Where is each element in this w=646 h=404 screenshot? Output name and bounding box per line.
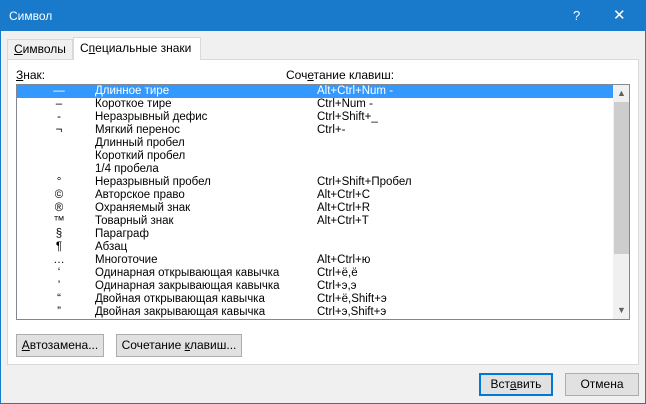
- list-item[interactable]: Короткий пробел: [17, 150, 613, 163]
- list-item-name: Абзац: [95, 241, 128, 253]
- header-keys-label: тание клавиш:: [313, 68, 395, 82]
- insert-label-start: Вст: [490, 377, 510, 391]
- list-item-name: Одинарная открывающая кавычка: [95, 267, 280, 279]
- list-item-symbol: ®: [54, 202, 64, 214]
- list-item-name: Длинный пробел: [95, 137, 185, 149]
- insert-accelerator: а: [509, 377, 517, 391]
- list-item[interactable]: ¶ Абзац: [17, 241, 613, 254]
- scroll-down-icon[interactable]: ▼: [613, 302, 629, 319]
- list-item-name: Короткий пробел: [95, 150, 186, 162]
- autocorrect-label: втозамена...: [29, 338, 99, 352]
- list-item[interactable]: ’ Одинарная закрывающая кавычка Ctrl+э,э: [17, 280, 613, 293]
- column-header-shortcut: Сочетание клавиш:: [286, 68, 394, 82]
- header-sign-label: нак:: [23, 68, 46, 82]
- scroll-up-icon[interactable]: ▲: [613, 85, 629, 102]
- tab-special-label-start: С: [80, 41, 89, 55]
- insert-button[interactable]: Вставить: [479, 373, 553, 396]
- list-item-shortcut: Ctrl+Shift+Пробел: [317, 176, 412, 188]
- list-item-symbol: ¶: [55, 241, 63, 253]
- autocorrect-accelerator: А: [21, 338, 30, 352]
- list-item-shortcut: Ctrl+Shift+_: [317, 111, 378, 123]
- list-item[interactable]: § Параграф: [17, 228, 613, 241]
- shortcut-label-start: Сочетание: [121, 338, 185, 352]
- list-item-name: Одинарная закрывающая кавычка: [95, 280, 280, 292]
- shortcut-key-button[interactable]: Сочетание клавиш...: [116, 334, 242, 357]
- list-item[interactable]: ™ Товарный знак Alt+Ctrl+T: [17, 215, 613, 228]
- list-item[interactable]: “ Двойная открывающая кавычка Ctrl+ё,Shift…: [17, 293, 613, 306]
- list-item-symbol: ™: [53, 215, 65, 227]
- title-bar[interactable]: Символ ? ✕: [1, 1, 645, 31]
- close-icon[interactable]: ✕: [613, 6, 626, 24]
- list-item-shortcut: Ctrl+-: [317, 124, 346, 136]
- list-item-shortcut: Alt+Ctrl+Num -: [317, 85, 394, 97]
- scroll-thumb[interactable]: [614, 102, 629, 254]
- list-item-symbol: ¬: [55, 124, 63, 136]
- list-item[interactable]: – Короткое тире Ctrl+Num -: [17, 98, 613, 111]
- symbol-dialog: Символ ? ✕ Символы Специальные знаки Зна…: [0, 0, 646, 404]
- list-item-name: Мягкий перенос: [95, 124, 180, 136]
- list-item[interactable]: 1/4 пробела: [17, 163, 613, 176]
- list-item[interactable]: — Длинное тире Alt+Ctrl+Num -: [17, 85, 613, 98]
- list-rows: — Длинное тире Alt+Ctrl+Num - – Короткое тир…: [17, 85, 613, 319]
- list-item[interactable]: ‘ Одинарная открывающая кавычка Ctrl+ё,ё: [17, 267, 613, 280]
- list-item-shortcut: Alt+Ctrl+ю: [317, 254, 371, 266]
- list-item-symbol: …: [53, 254, 65, 266]
- list-item-name: Двойная открывающая кавычка: [95, 293, 265, 305]
- list-item-name: Двойная закрывающая кавычка: [95, 306, 266, 318]
- tab-symbols[interactable]: Символы: [7, 39, 73, 59]
- tab-special-characters[interactable]: Специальные знаки: [73, 37, 201, 60]
- list-item[interactable]: © Авторское право Alt+Ctrl+C: [17, 189, 613, 202]
- list-item-name: Многоточие: [95, 254, 158, 266]
- special-characters-list[interactable]: — Длинное тире Alt+Ctrl+Num - – Короткое тир…: [16, 84, 630, 320]
- list-item-symbol: —: [53, 85, 65, 97]
- list-item-shortcut: Alt+Ctrl+T: [317, 215, 369, 227]
- list-item-shortcut: Ctrl+Num -: [317, 98, 373, 110]
- list-item-name: Длинное тире: [95, 85, 170, 97]
- list-item-symbol: ”: [57, 306, 61, 318]
- list-item[interactable]: ° Неразрывный пробел Ctrl+Shift+Пробел: [17, 176, 613, 189]
- list-item-symbol: -: [57, 111, 61, 123]
- help-icon[interactable]: ?: [573, 8, 580, 23]
- list-item-name: Товарный знак: [95, 215, 174, 227]
- list-item-shortcut: Ctrl+э,Shift+э: [317, 306, 387, 318]
- cancel-button[interactable]: Отмена: [565, 373, 639, 396]
- header-keys-start: Соч: [286, 68, 308, 82]
- list-item[interactable]: ” Двойная закрывающая кавычка Ctrl+э,Shift…: [17, 306, 613, 319]
- list-item-symbol: “: [57, 293, 61, 305]
- vertical-scrollbar[interactable]: ▲ ▼: [613, 85, 629, 319]
- list-item-shortcut: Ctrl+э,э: [317, 280, 357, 292]
- list-item-shortcut: Alt+Ctrl+R: [317, 202, 371, 214]
- autocorrect-button[interactable]: Автозамена...: [16, 334, 104, 357]
- window-title: Символ: [9, 9, 53, 23]
- list-item-name: Неразрывный дефис: [95, 111, 208, 123]
- list-item-symbol: ‘: [57, 267, 61, 279]
- tab-symbols-accelerator: С: [14, 42, 23, 56]
- list-item-name: Охраняемый знак: [95, 202, 191, 214]
- list-item-name: 1/4 пробела: [95, 163, 159, 175]
- column-header-sign: Знак:: [16, 68, 45, 82]
- shortcut-label: лавиш...: [189, 338, 237, 352]
- list-item[interactable]: - Неразрывный дефис Ctrl+Shift+_: [17, 111, 613, 124]
- list-item-shortcut: Ctrl+ё,Shift+э: [317, 293, 387, 305]
- special-characters-panel: Знак: Сочетание клавиш: — Длинное тире Alt…: [7, 59, 639, 365]
- list-item-name: Неразрывный пробел: [95, 176, 211, 188]
- list-item-name: Параграф: [95, 228, 149, 240]
- list-item-symbol: ©: [54, 189, 64, 201]
- list-item-symbol: °: [56, 176, 62, 188]
- list-item[interactable]: ® Охраняемый знак Alt+Ctrl+R: [17, 202, 613, 215]
- list-item[interactable]: Длинный пробел: [17, 137, 613, 150]
- tab-symbols-label: имволы: [22, 42, 66, 56]
- list-item-name: Короткое тире: [95, 98, 172, 110]
- list-item-symbol: –: [55, 98, 63, 110]
- list-item[interactable]: … Многоточие Alt+Ctrl+ю: [17, 254, 613, 267]
- list-item-name: Авторское право: [95, 189, 185, 201]
- list-item-symbol: ’: [57, 280, 61, 292]
- list-item-symbol: §: [55, 228, 63, 240]
- insert-label: вить: [516, 377, 542, 391]
- list-item-shortcut: Ctrl+ё,ё: [317, 267, 358, 279]
- tab-special-label: ециальные знаки: [95, 41, 192, 55]
- list-item-shortcut: Alt+Ctrl+C: [317, 189, 371, 201]
- list-item[interactable]: ¬ Мягкий перенос Ctrl+-: [17, 124, 613, 137]
